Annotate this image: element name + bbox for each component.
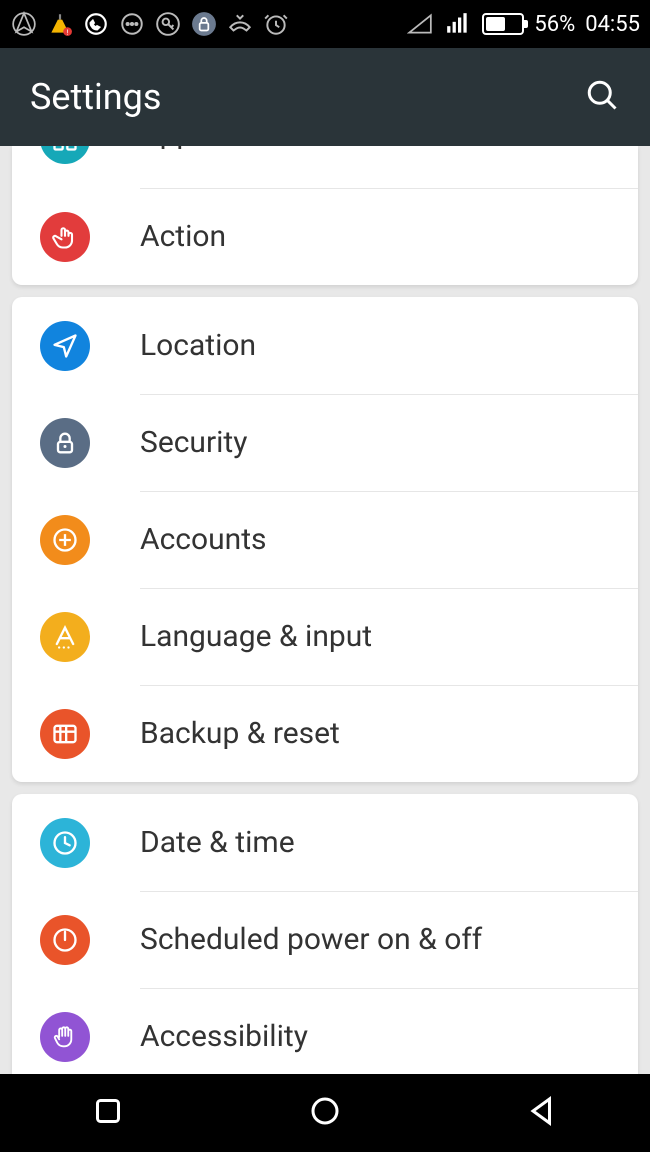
signal-bars-icon bbox=[444, 10, 472, 38]
settings-item-label: Action bbox=[140, 219, 226, 254]
status-bar: ! 56% 04:55 bbox=[0, 0, 650, 48]
settings-item-language[interactable]: Language & input bbox=[12, 588, 638, 685]
system-nav-bar bbox=[0, 1074, 650, 1152]
settings-group: Apps Action bbox=[12, 146, 638, 285]
settings-item-accessibility[interactable]: Accessibility bbox=[12, 988, 638, 1074]
backup-icon bbox=[40, 709, 90, 759]
settings-item-accounts[interactable]: Accounts bbox=[12, 491, 638, 588]
recents-button[interactable] bbox=[90, 1093, 126, 1133]
missed-call-icon bbox=[226, 10, 254, 38]
page-title: Settings bbox=[30, 76, 161, 118]
language-icon bbox=[40, 612, 90, 662]
settings-item-label: Date & time bbox=[140, 825, 295, 860]
key-icon bbox=[154, 10, 182, 38]
settings-item-label: Apps bbox=[140, 146, 209, 151]
apps-icon bbox=[40, 146, 90, 164]
palm-icon bbox=[40, 1012, 90, 1062]
power-icon bbox=[40, 915, 90, 965]
back-button[interactable] bbox=[524, 1093, 560, 1133]
settings-group: Date & time Scheduled power on & off Acces… bbox=[12, 794, 638, 1074]
whatsapp-icon bbox=[82, 10, 110, 38]
settings-item-location[interactable]: Location bbox=[12, 297, 638, 394]
location-icon bbox=[40, 321, 90, 371]
battery-percent: 56% bbox=[534, 12, 575, 37]
signal-triangle-icon bbox=[406, 10, 434, 38]
lock-icon bbox=[40, 418, 90, 468]
settings-item-label: Location bbox=[140, 328, 256, 363]
settings-item-label: Language & input bbox=[140, 619, 372, 654]
app-header: Settings bbox=[0, 48, 650, 146]
app-icon-1 bbox=[10, 10, 38, 38]
accounts-icon bbox=[40, 515, 90, 565]
clock-icon bbox=[40, 818, 90, 868]
settings-item-action[interactable]: Action bbox=[12, 188, 638, 285]
settings-item-backup[interactable]: Backup & reset bbox=[12, 685, 638, 782]
lock-status-icon bbox=[190, 10, 218, 38]
svg-text:!: ! bbox=[67, 28, 69, 37]
search-button[interactable] bbox=[584, 77, 620, 117]
settings-item-label: Accessibility bbox=[140, 1019, 308, 1054]
settings-item-powerschedule[interactable]: Scheduled power on & off bbox=[12, 891, 638, 988]
home-button[interactable] bbox=[307, 1093, 343, 1133]
status-icons-right: 56% 04:55 bbox=[406, 10, 640, 38]
status-icons-left: ! bbox=[10, 10, 398, 38]
settings-item-label: Security bbox=[140, 425, 247, 460]
chat-icon bbox=[118, 10, 146, 38]
settings-item-label: Accounts bbox=[140, 522, 267, 557]
clock-text: 04:55 bbox=[585, 12, 640, 37]
alarm-icon bbox=[262, 10, 290, 38]
cleaner-icon: ! bbox=[46, 10, 74, 38]
settings-group: Location Security Accounts Language & input… bbox=[12, 297, 638, 782]
battery-icon bbox=[482, 13, 524, 35]
settings-item-datetime[interactable]: Date & time bbox=[12, 794, 638, 891]
settings-item-label: Backup & reset bbox=[140, 716, 340, 751]
settings-item-label: Scheduled power on & off bbox=[140, 922, 482, 957]
settings-item-security[interactable]: Security bbox=[12, 394, 638, 491]
settings-item-apps[interactable]: Apps bbox=[12, 146, 638, 188]
settings-list: Apps Action Location Security Accounts Langua… bbox=[0, 146, 650, 1074]
hand-icon bbox=[40, 212, 90, 262]
